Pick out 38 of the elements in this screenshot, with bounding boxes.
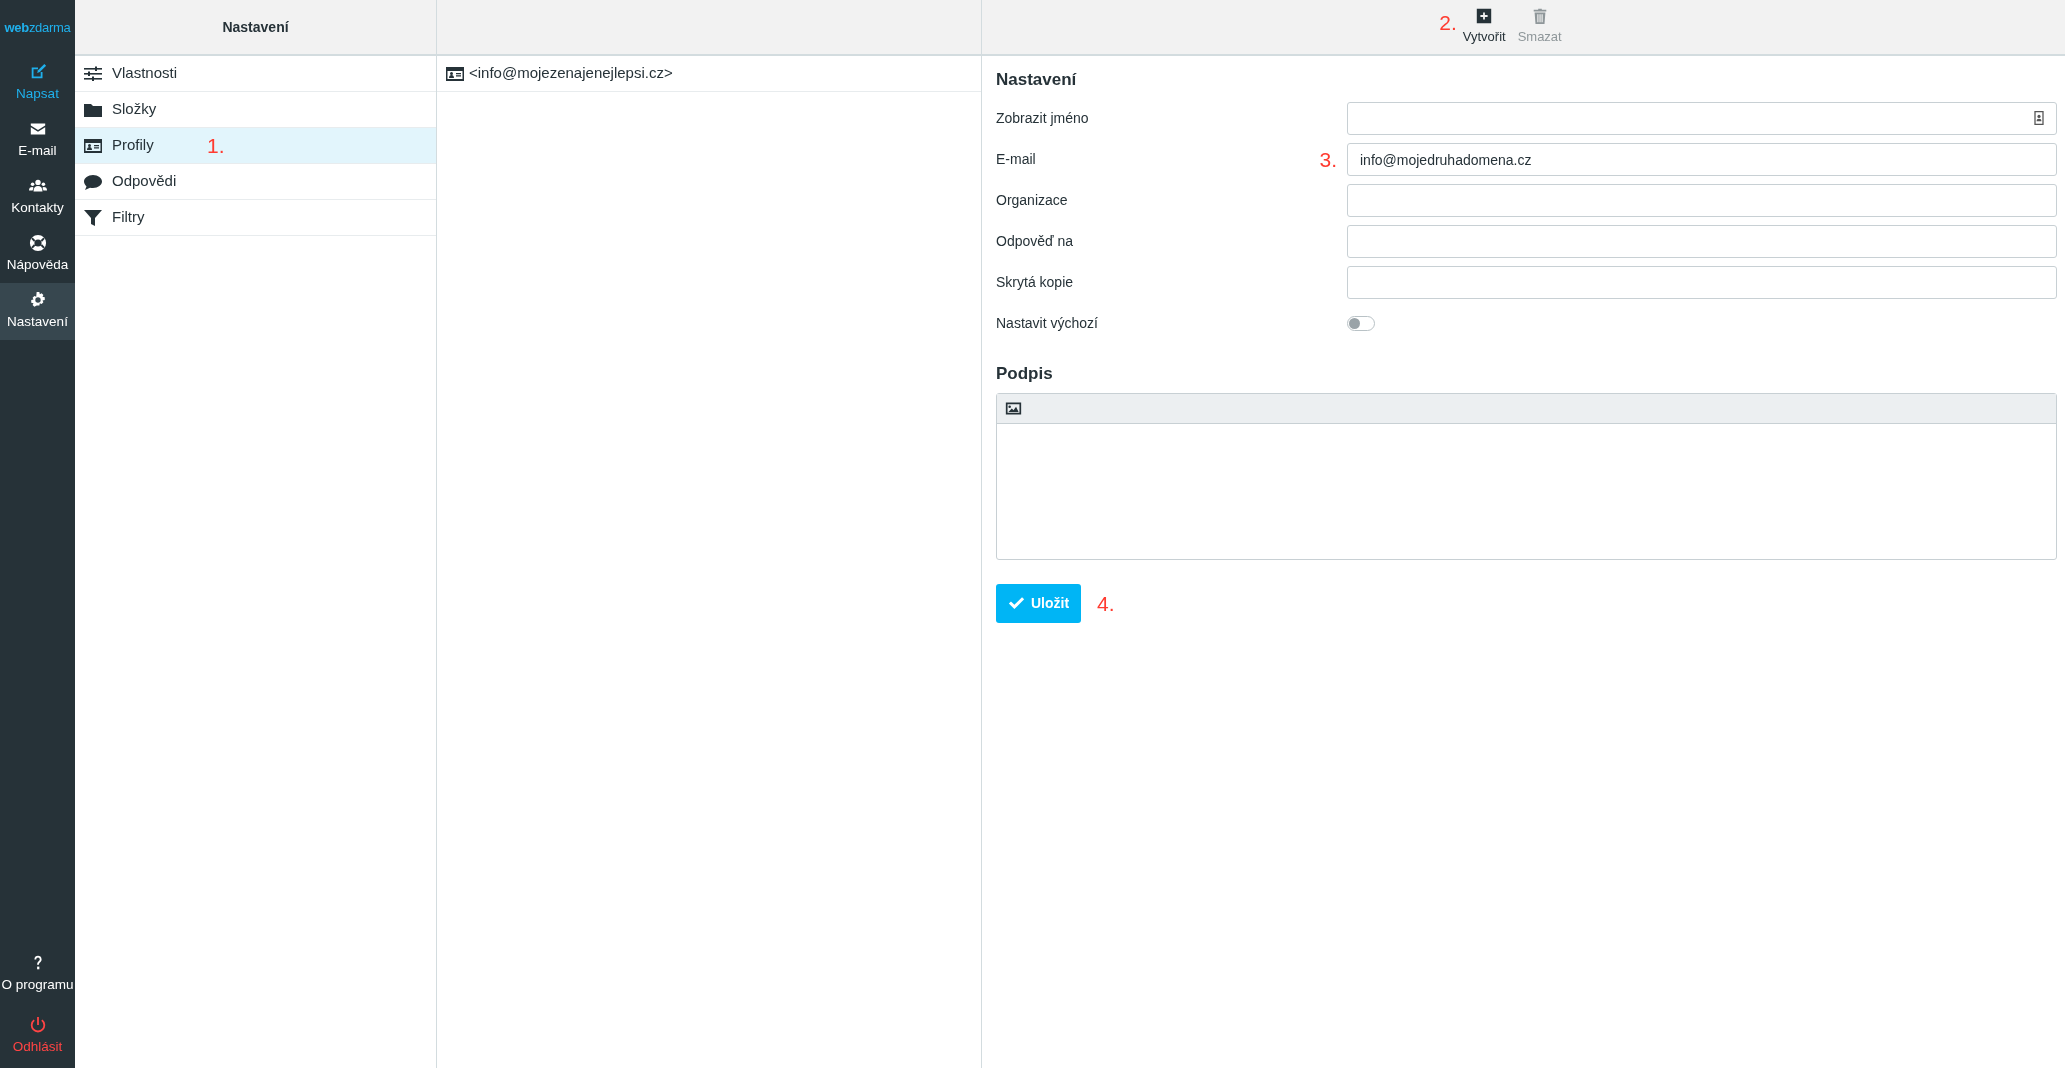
sidebar-item[interactable]: Nastavení	[0, 283, 75, 340]
field-label: Organizace	[996, 191, 1069, 211]
settings-item[interactable]: Filtry	[75, 200, 436, 236]
field-label: Nastavit výchozí	[996, 314, 1099, 334]
sidebar-item[interactable]: E-mail	[0, 112, 75, 169]
sidebar-item[interactable]: Napsat	[0, 55, 75, 112]
annotation-number: 1.	[207, 132, 225, 159]
input-field[interactable]	[1347, 102, 2057, 136]
gear-icon	[28, 290, 47, 309]
section-heading: Podpis	[996, 364, 1054, 385]
input-field[interactable]: info@mojedruhadomena.cz	[1347, 143, 2057, 177]
sidebar-item[interactable]: Nápověda	[0, 226, 75, 283]
logo: webzdarma	[3, 18, 72, 37]
annotation-number: 3.	[1319, 147, 1337, 174]
panel-title: Nastavení	[222, 17, 289, 37]
section-heading: Nastavení	[996, 70, 1078, 91]
annotation-number: 4.	[1097, 590, 1115, 617]
input-field[interactable]	[1347, 225, 2057, 259]
signature-editor[interactable]	[996, 392, 2057, 560]
input-field[interactable]	[1347, 184, 2057, 218]
toggle-switch[interactable]	[1347, 316, 1375, 332]
field-label: E-mail	[996, 150, 1037, 170]
field-label: Skrytá kopie	[996, 273, 1075, 293]
profile-item[interactable]: <info@mojezenajenejlepsi.cz>	[437, 56, 981, 92]
input-field[interactable]	[1347, 266, 2057, 300]
power-icon	[28, 1016, 47, 1035]
sidebar-item[interactable]: O programu	[0, 944, 75, 1006]
field-label: Odpověď na	[996, 232, 1075, 252]
sidebar-item[interactable]: Kontakty	[0, 169, 75, 226]
sidebar-item[interactable]: Odhlásit	[0, 1006, 75, 1068]
annotation-number: 2.	[1439, 10, 1457, 37]
create-button[interactable]: Vytvořit	[1456, 7, 1512, 47]
settings-item[interactable]: Profily 1.	[75, 128, 436, 164]
lifebuoy-icon	[28, 233, 47, 252]
settings-item[interactable]: Odpovědi	[75, 164, 436, 200]
settings-item[interactable]: Vlastnosti	[75, 56, 436, 92]
field-label: Zobrazit jméno	[996, 109, 1090, 129]
funnel-icon	[83, 207, 103, 228]
